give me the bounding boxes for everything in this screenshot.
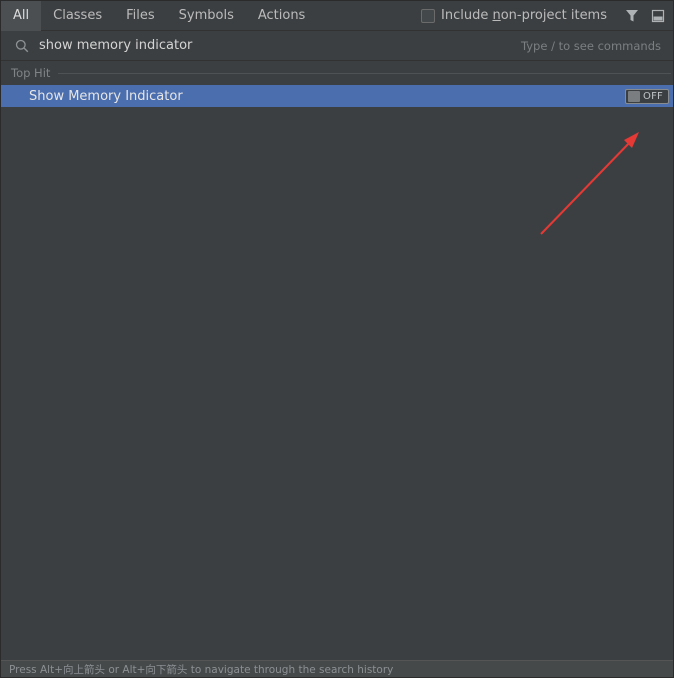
search-hint: Type / to see commands [521, 38, 661, 53]
include-non-project-label[interactable]: Include non-project items [441, 8, 607, 23]
tab-files-label: Files [126, 8, 155, 23]
status-footer: Press Alt+向上箭头 or Alt+向下箭头 to navigate t… [1, 660, 673, 677]
tab-all[interactable]: All [1, 0, 42, 31]
tab-actions[interactable]: Actions [246, 1, 318, 31]
include-label-part-2: on-project items [500, 8, 607, 23]
section-label-top-hit: Top Hit [11, 66, 51, 80]
tab-bar-options: Include non-project items [421, 1, 673, 31]
section-divider [58, 72, 671, 74]
tab-classes[interactable]: Classes [41, 1, 114, 31]
tab-actions-label: Actions [257, 8, 306, 23]
toggle-state-text: OFF [643, 90, 663, 102]
include-label-part-1: Include [441, 8, 493, 23]
result-item-show-memory-indicator[interactable]: Show Memory Indicator OFF [1, 85, 673, 107]
include-label-mnemonic: n [492, 8, 501, 23]
footer-hint: Press Alt+向上箭头 or Alt+向下箭头 to navigate t… [9, 663, 394, 676]
filter-icon[interactable] [621, 5, 643, 27]
search-row: Type / to see commands [1, 31, 673, 61]
results-section-header: Top Hit [1, 63, 673, 83]
search-everywhere-popup: All Classes Files Symbols Actions Includ… [0, 0, 674, 678]
tab-classes-label: Classes [53, 8, 103, 23]
toggle-knob [628, 90, 640, 102]
tab-symbols[interactable]: Symbols [167, 1, 246, 31]
tab-files[interactable]: Files [114, 1, 167, 31]
tab-all-label: All [13, 8, 30, 23]
preview-panel-icon[interactable] [647, 5, 669, 27]
tab-symbols-label: Symbols [178, 8, 234, 23]
include-non-project-checkbox[interactable] [421, 8, 435, 23]
tab-bar: All Classes Files Symbols Actions Includ… [1, 0, 673, 31]
memory-indicator-toggle[interactable]: OFF [625, 88, 669, 104]
search-input[interactable] [39, 38, 521, 53]
result-item-label: Show Memory Indicator [29, 88, 183, 104]
search-icon [14, 38, 30, 54]
